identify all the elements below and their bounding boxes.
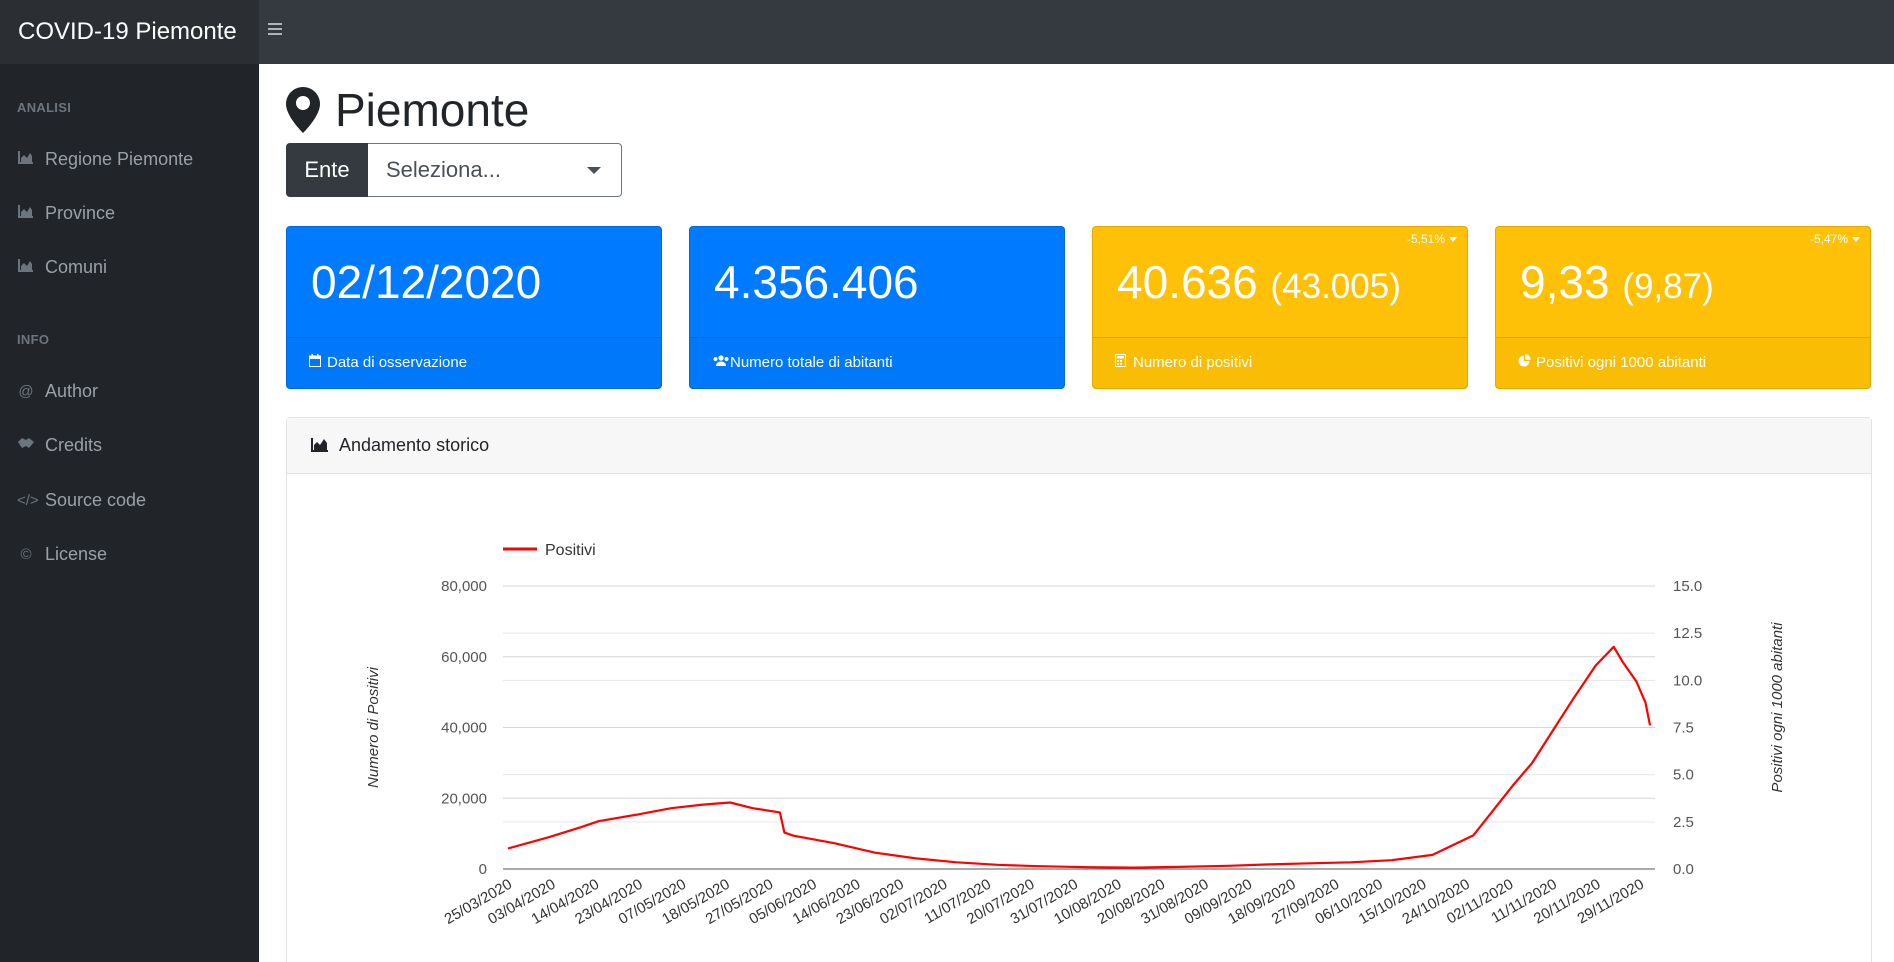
ente-select[interactable]: Seleziona... [368, 143, 622, 197]
sidebar-item-license[interactable]: © License [17, 539, 107, 569]
delta-value: -5,51% [1406, 232, 1445, 246]
calculator-icon [1115, 338, 1129, 388]
card-value: 40.636 [1117, 256, 1258, 308]
page-header: Piemonte [285, 82, 529, 138]
panel-title: Andamento storico [339, 435, 490, 455]
app-brand[interactable]: COVID-19 Piemonte [0, 0, 259, 64]
sidebar-toggle-icon[interactable] [268, 20, 284, 44]
card-total-inhabitants: 4.356.406 Numero totale di abitanti [689, 226, 1065, 389]
sidebar-item-label: License [45, 544, 108, 564]
card-positive-per-1000: -5,47% 9,33 (9,87) Positivi ogni 1000 ab… [1495, 226, 1871, 389]
sidebar-item-regione-piemonte[interactable]: Regione Piemonte [17, 144, 193, 174]
historical-trend-panel: Andamento storico [286, 417, 1872, 962]
handshake-icon [17, 431, 35, 461]
sidebar-item-label: Source code [45, 490, 147, 510]
top-navbar: COVID-19 Piemonte [0, 0, 1894, 64]
card-previous-value: (43.005) [1270, 267, 1401, 306]
sidebar-item-province[interactable]: Province [17, 198, 115, 228]
card-positive-count: -5,51% 40.636 (43.005) Numero di positiv… [1092, 226, 1468, 389]
chart-area-icon [311, 419, 329, 474]
card-footer-label: Numero totale di abitanti [730, 354, 893, 371]
ente-select-value: Seleziona... [386, 157, 501, 182]
delta-badge: -5,47% [1810, 232, 1860, 246]
delta-badge: -5,51% [1407, 232, 1457, 246]
caret-down-icon [1852, 237, 1860, 243]
card-footer-label: Numero di positivi [1133, 354, 1253, 371]
sidebar-item-label: Credits [45, 435, 103, 455]
card-footer-label: Positivi ogni 1000 abitanti [1536, 354, 1707, 371]
copyright-icon: © [20, 546, 32, 564]
sidebar-item-label: Regione Piemonte [45, 149, 194, 169]
sidebar-item-source-code[interactable]: </> Source code [17, 485, 146, 515]
code-icon: </> [17, 492, 39, 510]
panel-header: Andamento storico [287, 418, 1871, 474]
sidebar-heading-analisi: ANALISI [17, 100, 72, 115]
sidebar: ANALISI Regione Piemonte Province Comuni… [0, 64, 259, 962]
caret-down-icon [1449, 237, 1457, 243]
caret-down-icon [587, 167, 601, 174]
pie-chart-icon [1518, 338, 1532, 388]
main-content: Piemonte Ente Seleziona... 02/12/2020 Da… [259, 64, 1894, 962]
sidebar-item-label: Province [45, 203, 116, 223]
sidebar-heading-info: INFO [17, 332, 50, 347]
card-footer: Data di osservazione [287, 337, 661, 388]
card-footer: Numero totale di abitanti [690, 337, 1064, 388]
card-footer-label: Data di osservazione [327, 354, 468, 371]
chart-area-icon [17, 253, 35, 283]
chart-area-icon [17, 199, 35, 229]
sidebar-item-author[interactable]: @ Author [17, 376, 98, 406]
map-marker-icon [286, 87, 320, 133]
card-value-group: 40.636 (43.005) [1117, 253, 1401, 316]
card-previous-value: (9,87) [1622, 267, 1714, 306]
chart-area-icon [17, 145, 35, 175]
page-title: Piemonte [335, 84, 530, 136]
calendar-icon [309, 338, 323, 388]
card-value: 02/12/2020 [311, 256, 542, 308]
users-icon [712, 338, 729, 388]
card-observation-date: 02/12/2020 Data di osservazione [286, 226, 662, 389]
card-value: 4.356.406 [714, 256, 919, 308]
ente-label: Ente [286, 143, 368, 197]
sidebar-item-credits[interactable]: Credits [17, 430, 102, 460]
sidebar-item-label: Author [45, 381, 99, 401]
sidebar-item-comuni[interactable]: Comuni [17, 252, 107, 282]
at-icon: @ [18, 383, 34, 401]
card-footer: Numero di positivi [1093, 337, 1467, 388]
card-value: 9,33 [1520, 256, 1610, 308]
sidebar-item-label: Comuni [45, 257, 108, 277]
card-footer: Positivi ogni 1000 abitanti [1496, 337, 1870, 388]
ente-select-group: Ente Seleziona... [286, 143, 622, 197]
card-value-group: 9,33 (9,87) [1520, 253, 1714, 316]
delta-value: -5,47% [1809, 232, 1848, 246]
